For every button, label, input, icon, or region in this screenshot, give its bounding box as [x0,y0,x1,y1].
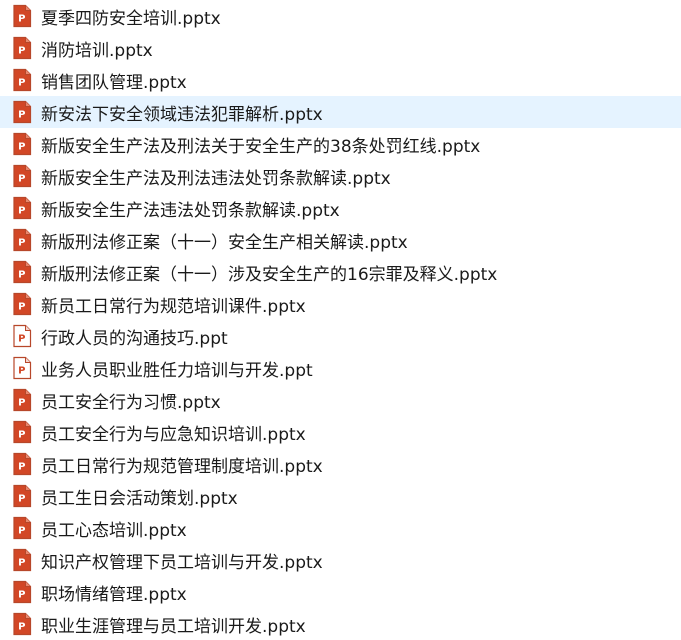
file-name: 消防培训.pptx [41,40,153,61]
file-name: 新版刑法修正案（十一）涉及安全生产的16宗罪及释义.pptx [41,264,498,285]
file-name: 职业生涯管理与员工培训开发.pptx [41,616,306,637]
pptx-file-icon: P [11,580,33,604]
pptx-file-icon: P [11,612,33,636]
svg-text:P: P [18,78,25,89]
svg-text:P: P [18,238,25,249]
file-name: 行政人员的沟通技巧.ppt [41,328,228,349]
pptx-file-icon: P [11,36,33,60]
svg-text:P: P [18,110,25,121]
file-row[interactable]: P 业务人员职业胜任力培训与开发.ppt [0,352,681,384]
file-name: 员工安全行为习惯.pptx [41,392,221,413]
pptx-file-icon: P [11,452,33,476]
pptx-file-icon: P [11,516,33,540]
svg-text:P: P [18,590,25,601]
file-row[interactable]: P 新版刑法修正案（十一）涉及安全生产的16宗罪及释义.pptx [0,256,681,288]
svg-text:P: P [18,206,25,217]
file-name: 员工安全行为与应急知识培训.pptx [41,424,306,445]
svg-text:P: P [18,334,25,345]
file-row[interactable]: P 新安法下安全领域违法犯罪解析.pptx [0,96,681,128]
svg-text:P: P [18,366,25,377]
pptx-file-icon: P [11,132,33,156]
file-name: 业务人员职业胜任力培训与开发.ppt [41,360,313,381]
svg-text:P: P [18,142,25,153]
pptx-file-icon: P [11,164,33,188]
pptx-file-icon: P [11,196,33,220]
file-row[interactable]: P 新版刑法修正案（十一）安全生产相关解读.pptx [0,224,681,256]
file-row[interactable]: P 员工心态培训.pptx [0,512,681,544]
file-name: 员工生日会活动策划.pptx [41,488,238,509]
file-row[interactable]: P 新员工日常行为规范培训课件.pptx [0,288,681,320]
svg-text:P: P [18,302,25,313]
file-row[interactable]: P 消防培训.pptx [0,32,681,64]
file-name: 职场情绪管理.pptx [41,584,187,605]
svg-text:P: P [18,46,25,57]
file-row[interactable]: P 员工日常行为规范管理制度培训.pptx [0,448,681,480]
file-name: 员工心态培训.pptx [41,520,187,541]
svg-text:P: P [18,14,25,25]
pptx-file-icon: P [11,548,33,572]
file-row[interactable]: P 行政人员的沟通技巧.ppt [0,320,681,352]
file-name: 夏季四防安全培训.pptx [41,8,221,29]
file-row[interactable]: P 销售团队管理.pptx [0,64,681,96]
file-list: P 夏季四防安全培训.pptx P 消防培训.pptx P 销售团队管理.pptx P 新安法… [0,0,681,639]
file-name: 新版安全生产法及刑法关于安全生产的38条处罚红线.pptx [41,136,481,157]
file-row[interactable]: P 职场情绪管理.pptx [0,576,681,608]
pptx-file-icon: P [11,68,33,92]
file-name: 新版刑法修正案（十一）安全生产相关解读.pptx [41,232,408,253]
file-name: 新版安全生产法违法处罚条款解读.pptx [41,200,340,221]
file-name: 员工日常行为规范管理制度培训.pptx [41,456,323,477]
pptx-file-icon: P [11,388,33,412]
svg-text:P: P [18,462,25,473]
file-row[interactable]: P 新版安全生产法及刑法违法处罚条款解读.pptx [0,160,681,192]
svg-text:P: P [18,526,25,537]
file-row[interactable]: P 夏季四防安全培训.pptx [0,0,681,32]
file-row[interactable]: P 员工安全行为与应急知识培训.pptx [0,416,681,448]
svg-text:P: P [18,558,25,569]
file-name: 知识产权管理下员工培训与开发.pptx [41,552,323,573]
svg-text:P: P [18,622,25,633]
file-name: 新安法下安全领域违法犯罪解析.pptx [41,104,323,125]
file-row[interactable]: P 员工安全行为习惯.pptx [0,384,681,416]
file-row[interactable]: P 员工生日会活动策划.pptx [0,480,681,512]
file-name: 新员工日常行为规范培训课件.pptx [41,296,306,317]
pptx-file-icon: P [11,420,33,444]
file-row[interactable]: P 知识产权管理下员工培训与开发.pptx [0,544,681,576]
file-row[interactable]: P 职业生涯管理与员工培训开发.pptx [0,608,681,640]
pptx-file-icon: P [11,484,33,508]
file-row[interactable]: P 新版安全生产法违法处罚条款解读.pptx [0,192,681,224]
svg-text:P: P [18,430,25,441]
svg-text:P: P [18,174,25,185]
file-row[interactable]: P 新版安全生产法及刑法关于安全生产的38条处罚红线.pptx [0,128,681,160]
svg-text:P: P [18,398,25,409]
file-name: 销售团队管理.pptx [41,72,187,93]
ppt-file-icon: P [11,356,33,380]
ppt-file-icon: P [11,324,33,348]
svg-text:P: P [18,270,25,281]
pptx-file-icon: P [11,260,33,284]
pptx-file-icon: P [11,292,33,316]
pptx-file-icon: P [11,228,33,252]
file-name: 新版安全生产法及刑法违法处罚条款解读.pptx [41,168,391,189]
svg-text:P: P [18,494,25,505]
pptx-file-icon: P [11,100,33,124]
pptx-file-icon: P [11,4,33,28]
